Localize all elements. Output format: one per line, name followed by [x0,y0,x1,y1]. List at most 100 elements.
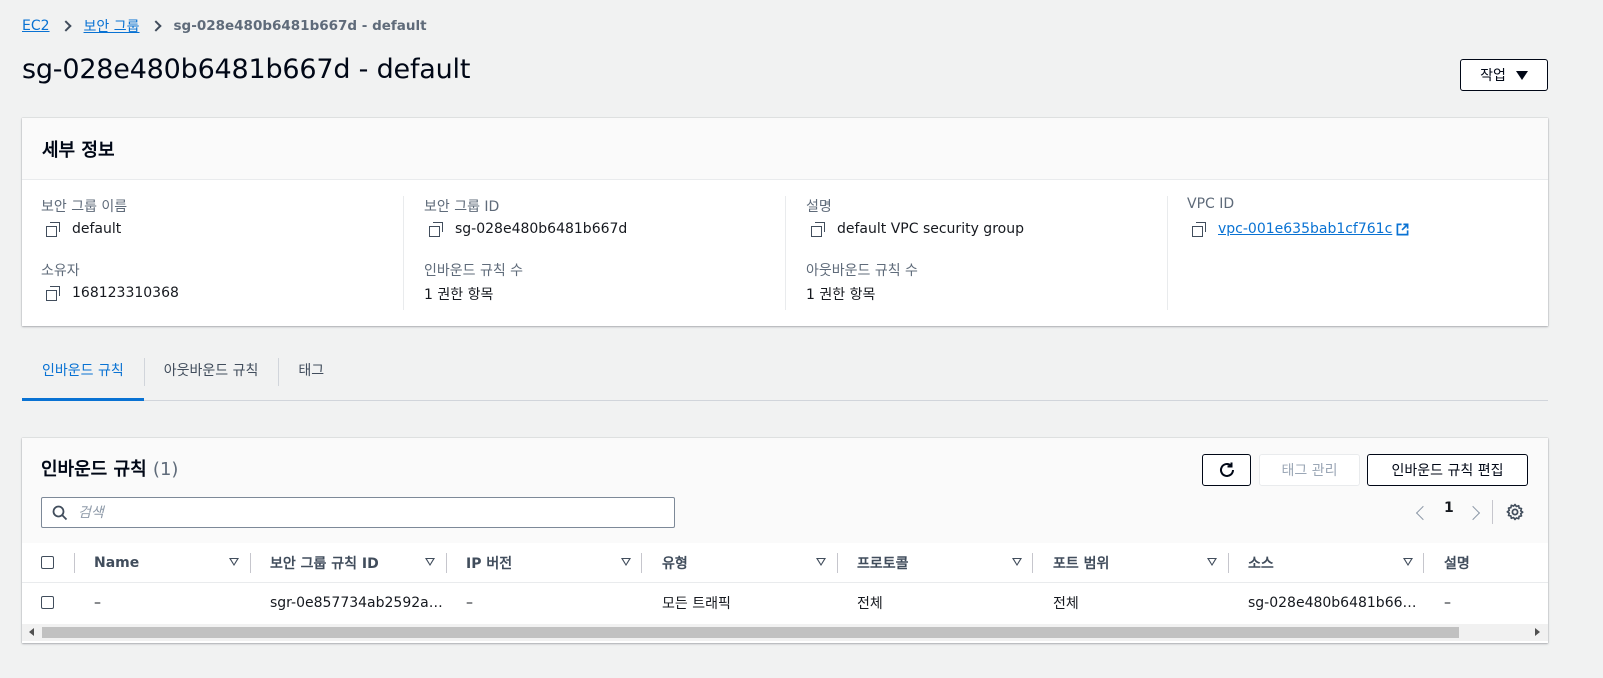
row-checkbox[interactable] [41,596,54,609]
search-field[interactable] [41,497,675,528]
refresh-icon [1219,462,1234,477]
details-column-2: 보안 그룹 ID sg-028e480b6481b667d 인바운드 규칙 수 … [403,196,785,310]
sort-caret-icon[interactable] [1012,558,1022,566]
vpc-id-value: vpc-001e635bab1cf761c [1192,221,1409,237]
cell-name: – [94,595,101,611]
cell-port-range: 전체 [1053,596,1079,612]
inbound-rules-header: 인바운드 규칙 (1) 태그 관리 인바운드 규칙 편집 1 [22,438,1548,543]
sg-id-label: 보안 그룹 ID [424,199,500,215]
sg-name-value: default [46,221,121,237]
select-all-checkbox[interactable] [41,556,54,569]
breadcrumb-security-groups-link[interactable]: 보안 그룹 [84,16,140,36]
column-divider[interactable] [1032,553,1033,573]
outbound-count-value: 1 권한 항목 [806,287,876,303]
table-row[interactable]: – sgr-0e857734ab2592a… – 모든 트래픽 전체 전체 sg… [22,583,1548,623]
page-title: sg-028e480b6481b667d - default [22,54,471,85]
pager-divider [1492,500,1493,524]
actions-label: 작업 [1480,68,1506,84]
inbound-rules-count: (1) [152,459,179,480]
column-header-source[interactable]: 소스 [1248,543,1274,583]
owner-text: 168123310368 [72,285,179,301]
horizontal-scrollbar[interactable] [22,624,1548,641]
column-header-rule-id[interactable]: 보안 그룹 규칙 ID [270,543,379,583]
chevron-right-icon [59,20,72,32]
details-header: 세부 정보 [22,118,1548,180]
column-header-port-range[interactable]: 포트 범위 [1053,543,1109,583]
column-divider [74,553,75,573]
sort-caret-icon[interactable] [1403,558,1413,566]
details-column-3: 설명 default VPC security group 아웃바운드 규칙 수… [785,196,1167,310]
description-label: 설명 [806,199,832,215]
sg-name-label: 보안 그룹 이름 [41,199,128,215]
scroll-left-icon[interactable] [29,628,34,636]
column-divider[interactable] [1423,553,1424,573]
tab-outbound-rules[interactable]: 아웃바운드 규칙 [143,356,279,400]
description-text: default VPC security group [837,221,1024,237]
inbound-rules-title-text: 인바운드 규칙 [41,459,147,480]
sort-caret-icon[interactable] [816,558,826,566]
column-divider[interactable] [837,553,838,573]
column-divider[interactable] [1228,553,1229,573]
search-icon [52,505,68,520]
copy-icon[interactable] [1192,222,1206,237]
details-column-1: 보안 그룹 이름 default 소유자 168123310368 [22,196,404,310]
column-divider[interactable] [250,553,251,573]
inbound-count-label: 인바운드 규칙 수 [424,263,524,279]
column-divider[interactable] [446,553,447,573]
tab-inbound-rules[interactable]: 인바운드 규칙 [22,356,144,401]
outbound-count-label: 아웃바운드 규칙 수 [806,263,918,279]
scrollbar-thumb[interactable] [42,627,1459,638]
chevron-left-icon[interactable] [1415,505,1431,521]
vpc-id-link[interactable]: vpc-001e635bab1cf761c [1218,221,1392,237]
sg-id-value: sg-028e480b6481b667d [429,221,627,237]
details-title: 세부 정보 [42,140,115,161]
column-header-description[interactable]: 설명 [1444,543,1470,583]
sort-caret-icon[interactable] [425,558,435,566]
sg-id-text: sg-028e480b6481b667d [455,221,628,237]
tab-tags[interactable]: 태그 [278,356,344,400]
column-divider[interactable] [641,553,642,573]
cell-source: sg-028e480b6481b66… [1248,595,1417,611]
cell-protocol: 전체 [857,596,883,612]
refresh-button[interactable] [1202,454,1251,486]
table-header: Name 보안 그룹 규칙 ID IP 버전 유형 프로토콜 포트 범위 소스 … [22,543,1548,583]
sg-name-text: default [72,221,122,237]
page-number[interactable]: 1 [1444,500,1454,516]
copy-icon[interactable] [46,286,60,301]
external-link-icon [1396,223,1409,235]
details-panel: 세부 정보 보안 그룹 이름 default 소유자 168123310368 … [22,118,1548,326]
column-header-name[interactable]: Name [94,543,139,583]
cell-type: 모든 트래픽 [662,596,731,612]
inbound-count-value: 1 권한 항목 [424,287,494,303]
copy-icon[interactable] [46,222,60,237]
inbound-rules-panel: 인바운드 규칙 (1) 태그 관리 인바운드 규칙 편집 1 [22,438,1548,643]
caret-down-icon [1515,70,1528,80]
column-header-type[interactable]: 유형 [662,543,688,583]
edit-inbound-rules-button[interactable]: 인바운드 규칙 편집 [1367,454,1528,486]
cell-ip-version: – [466,595,473,611]
search-input[interactable] [78,504,638,521]
description-value: default VPC security group [811,221,1024,237]
column-header-ip-version[interactable]: IP 버전 [466,543,512,583]
tabs: 인바운드 규칙 아웃바운드 규칙 태그 [22,356,1548,401]
cell-rule-id: sgr-0e857734ab2592a… [270,595,443,611]
sort-caret-icon[interactable] [1207,558,1217,566]
chevron-right-icon[interactable] [1465,505,1481,521]
copy-icon[interactable] [811,222,825,237]
owner-label: 소유자 [41,263,80,279]
breadcrumb-current: sg-028e480b6481b667d - default [173,18,427,34]
breadcrumb-ec2-link[interactable]: EC2 [22,18,50,34]
details-column-4: VPC ID vpc-001e635bab1cf761c [1167,196,1548,310]
copy-icon[interactable] [429,222,443,237]
breadcrumb: EC2 보안 그룹 sg-028e480b6481b667d - default [22,16,427,36]
settings-gear-icon[interactable] [1506,503,1524,521]
manage-tags-button[interactable]: 태그 관리 [1259,454,1360,486]
owner-value: 168123310368 [46,285,179,301]
actions-dropdown-button[interactable]: 작업 [1460,59,1548,91]
column-header-protocol[interactable]: 프로토콜 [857,543,909,583]
inbound-rules-title: 인바운드 규칙 (1) [41,455,178,481]
sort-caret-icon[interactable] [621,558,631,566]
vpc-id-label: VPC ID [1187,196,1235,212]
sort-caret-icon[interactable] [229,558,239,566]
scroll-right-icon[interactable] [1535,628,1540,636]
